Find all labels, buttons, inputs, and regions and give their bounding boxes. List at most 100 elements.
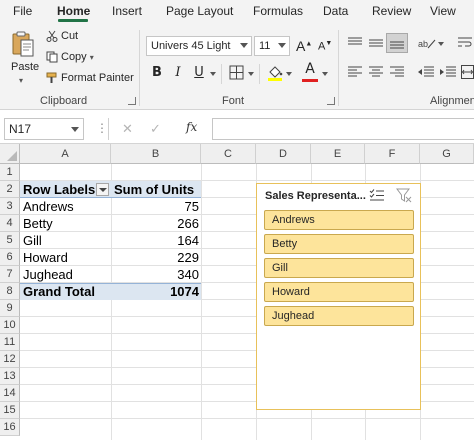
shrink-font-button[interactable]: A▼ [318,40,332,53]
copy-icon [46,51,58,63]
column-header-d[interactable]: D [256,144,311,164]
pivot-grand-total-value[interactable]: 1074 [111,283,201,300]
column-header-a[interactable]: A [20,144,111,164]
row-labels-filter-icon[interactable] [96,183,109,196]
underline-dropdown-icon[interactable] [210,72,216,76]
column-header-c[interactable]: C [201,144,256,164]
pivot-row-labels-header[interactable]: Row Labels [21,181,96,198]
italic-button[interactable]: I [170,65,186,80]
row-header-13[interactable]: 13 [0,368,20,385]
pivot-row-label[interactable]: Jughead [21,266,111,283]
column-header-b[interactable]: B [111,144,201,164]
slicer-item[interactable]: Howard [264,282,414,302]
format-painter-button[interactable]: Format Painter [46,72,134,84]
pivot-row-label[interactable]: Howard [21,249,111,266]
row-header-15[interactable]: 15 [0,402,20,419]
multi-select-icon[interactable] [369,188,385,202]
grow-font-button[interactable]: A▲ [296,38,312,54]
clear-filter-icon[interactable] [396,187,412,203]
pivot-row-value[interactable]: 340 [111,266,201,283]
worksheet-grid[interactable]: A B C D E F G 1 2 3 4 5 6 7 8 9 10 11 12… [0,144,474,440]
enter-icon[interactable]: ✓ [150,121,161,137]
fill-color-icon[interactable] [267,64,283,81]
font-name-combo[interactable]: Univers 45 Light [146,36,252,56]
underline-button[interactable]: U [191,65,207,80]
row-header-16[interactable]: 16 [0,419,20,436]
pivot-row-value[interactable]: 164 [111,232,201,249]
row-header-1[interactable]: 1 [0,164,20,181]
align-middle-icon[interactable] [369,37,383,49]
row-header-6[interactable]: 6 [0,249,20,266]
slicer-item[interactable]: Betty [264,234,414,254]
decrease-indent-icon[interactable] [418,66,434,78]
slicer-panel[interactable]: Sales Representa... Andrews Betty Gill H… [256,183,421,410]
orientation-dropdown-icon[interactable] [438,42,444,46]
orientation-icon[interactable]: ab [418,36,436,50]
formula-input[interactable] [212,118,474,140]
align-top-icon[interactable] [348,37,362,49]
merge-center-icon[interactable] [461,65,474,79]
font-launcher-icon[interactable] [327,97,335,105]
tab-file[interactable]: File [13,4,32,18]
gridline [20,418,474,419]
pivot-row-label[interactable]: Gill [21,232,111,249]
tab-view[interactable]: View [430,4,456,18]
row-header-3[interactable]: 3 [0,198,20,215]
slicer-item[interactable]: Gill [264,258,414,278]
font-color-icon: A [305,61,315,77]
slicer-item[interactable]: Jughead [264,306,414,326]
pivot-row-value[interactable]: 266 [111,215,201,232]
pivot-grand-total-label[interactable]: Grand Total [21,283,111,300]
slicer-item[interactable]: Andrews [264,210,414,230]
increase-indent-icon[interactable] [440,66,456,78]
font-color-dropdown-icon[interactable] [322,72,328,76]
column-header-g[interactable]: G [420,144,474,164]
clipboard-launcher-icon[interactable] [128,97,136,105]
group-divider [338,30,339,106]
wrap-text-icon[interactable] [458,36,472,50]
tab-review[interactable]: Review [372,4,411,18]
row-header-12[interactable]: 12 [0,351,20,368]
tab-home[interactable]: Home [57,4,90,18]
paste-dropdown-icon[interactable]: ▾ [19,76,23,85]
ribbon-tabs: File Home Insert Page Layout Formulas Da… [0,0,474,24]
pivot-row-value[interactable]: 229 [111,249,201,266]
row-header-7[interactable]: 7 [0,266,20,283]
align-center-icon[interactable] [369,66,383,78]
pivot-values-header[interactable]: Sum of Units [112,181,201,198]
align-left-icon[interactable] [348,66,362,78]
row-header-4[interactable]: 4 [0,215,20,232]
font-size-combo[interactable]: 11 [254,36,290,56]
row-header-10[interactable]: 10 [0,317,20,334]
tab-data[interactable]: Data [323,4,348,18]
name-box-dropdown-icon[interactable] [71,127,79,132]
tab-formulas[interactable]: Formulas [253,4,303,18]
pivot-row-value[interactable]: 75 [111,198,201,215]
pivot-row-label[interactable]: Andrews [21,198,111,215]
copy-button[interactable]: Copy ▾ [46,51,94,63]
align-bottom-button[interactable] [386,33,408,53]
more-options-icon[interactable]: ⋮ [96,121,108,135]
borders-icon[interactable] [229,65,244,80]
tab-insert[interactable]: Insert [112,4,142,18]
row-header-9[interactable]: 9 [0,300,20,317]
select-all-button[interactable] [0,144,20,164]
row-header-11[interactable]: 11 [0,334,20,351]
borders-dropdown-icon[interactable] [248,72,254,76]
column-header-e[interactable]: E [311,144,365,164]
cut-button[interactable]: Cut [46,30,78,42]
copy-dropdown-icon[interactable]: ▾ [90,53,94,62]
row-header-2[interactable]: 2 [0,181,20,198]
row-header-8[interactable]: 8 [0,283,20,300]
bold-button[interactable]: B [149,65,165,80]
align-right-icon[interactable] [390,66,404,78]
column-header-f[interactable]: F [365,144,420,164]
tab-page-layout[interactable]: Page Layout [166,4,233,18]
insert-function-icon[interactable]: fx [186,120,197,134]
pivot-row-label[interactable]: Betty [21,215,111,232]
cancel-icon[interactable]: ✕ [122,121,133,137]
row-header-14[interactable]: 14 [0,385,20,402]
row-header-5[interactable]: 5 [0,232,20,249]
font-color-button[interactable]: A [303,61,317,77]
fill-color-dropdown-icon[interactable] [286,72,292,76]
